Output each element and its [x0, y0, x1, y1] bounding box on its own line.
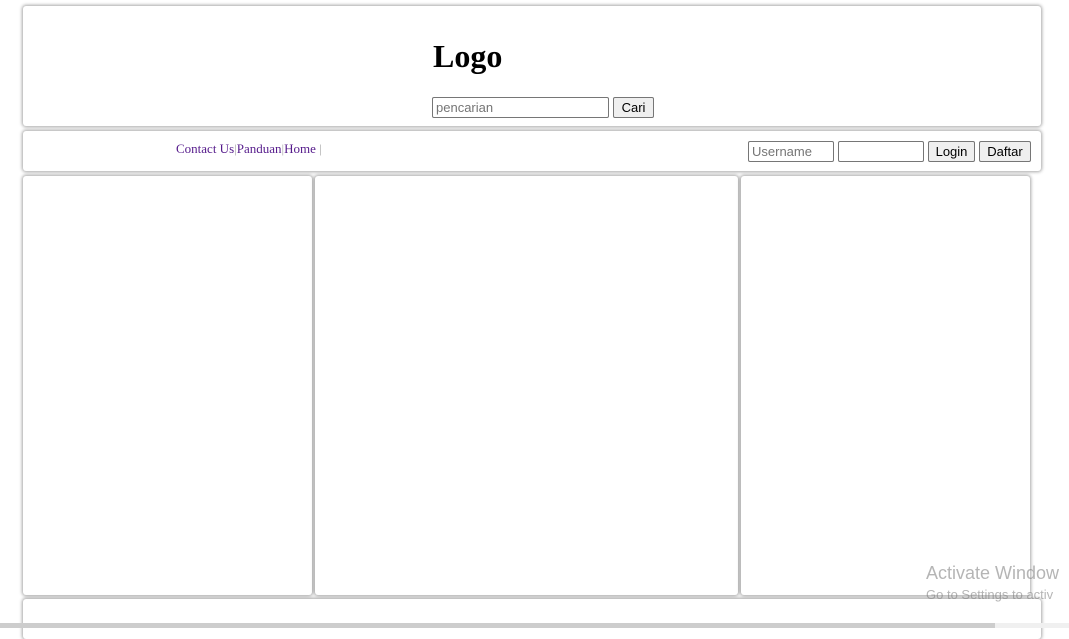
- header-panel: Logo Cari: [23, 6, 1041, 126]
- search-button[interactable]: Cari: [613, 97, 654, 118]
- nav-separator: |: [319, 141, 322, 156]
- username-input[interactable]: [748, 141, 834, 162]
- register-button[interactable]: Daftar: [979, 141, 1031, 162]
- password-input[interactable]: [838, 141, 924, 162]
- login-button[interactable]: Login: [928, 141, 975, 162]
- right-column: [741, 176, 1030, 595]
- nav-bar: Contact Us|Panduan|Home | Login Daftar: [23, 131, 1041, 171]
- nav-link-contact-us[interactable]: Contact Us: [176, 141, 234, 156]
- nav-link-home[interactable]: Home: [284, 141, 316, 156]
- logo: Logo: [433, 38, 503, 74]
- search-input[interactable]: [432, 97, 609, 118]
- activation-watermark: Activate Window Go to Settings to activ: [926, 562, 1059, 606]
- horizontal-scrollbar-thumb[interactable]: [0, 623, 995, 628]
- nav-links: Contact Us|Panduan|Home |: [176, 141, 322, 157]
- watermark-title: Activate Window: [926, 563, 1060, 583]
- nav-link-panduan[interactable]: Panduan: [237, 141, 282, 156]
- watermark-subtitle: Go to Settings to activ: [926, 587, 1054, 602]
- footer-panel: [23, 599, 1041, 639]
- center-column: [315, 176, 738, 595]
- left-column: [23, 176, 312, 595]
